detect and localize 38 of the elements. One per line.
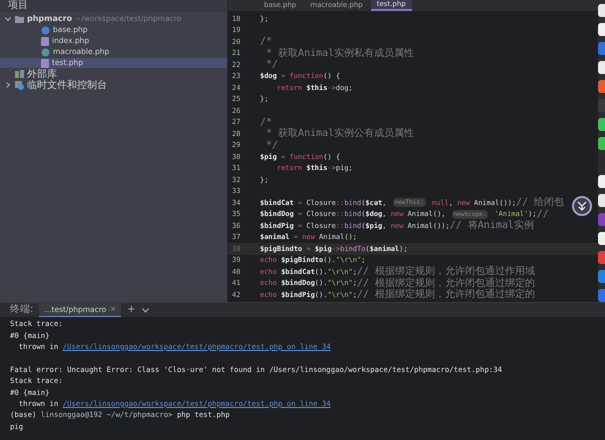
php-file-icon	[41, 36, 49, 46]
dock-app-icon[interactable]	[598, 232, 605, 245]
dock-app-icon[interactable]	[598, 4, 605, 17]
dock-app-icon[interactable]	[598, 175, 605, 188]
dock-app-icon[interactable]	[598, 61, 605, 74]
panel-title[interactable]: 项目	[8, 1, 28, 11]
code-comment: */	[265, 58, 278, 72]
library-icon	[15, 70, 24, 78]
dock-app-icon[interactable]	[598, 194, 605, 207]
code-comment: // 给闭包	[516, 196, 564, 210]
chevron-icon[interactable]	[5, 16, 11, 22]
scratch-icon	[15, 80, 24, 90]
dock-app-icon[interactable]	[598, 23, 605, 36]
folder-icon	[15, 15, 24, 23]
trait-file-icon	[41, 48, 50, 56]
code-comment: /*	[260, 35, 272, 48]
class-file-icon	[41, 26, 50, 34]
code-comment: * 获取Animal实例公有成员属性	[265, 126, 414, 140]
code-comment: // 根据绑定规则，允许闭包通过作用域	[356, 264, 536, 278]
code-comment: /*	[260, 116, 272, 128]
tree-item-label: 外部库	[27, 68, 57, 80]
tree-item[interactable]: 外部库	[0, 69, 227, 79]
new-tab-button[interactable]: +	[127, 305, 136, 315]
dock-app-icon[interactable]	[598, 118, 605, 131]
chevron-down-icon[interactable]	[142, 308, 149, 312]
chevron-icon[interactable]	[5, 82, 11, 88]
terminal-label: 终端:	[10, 305, 34, 315]
php-file-icon	[41, 58, 49, 68]
code-comment: // 根据绑定规则，允许闭包通过绑定的	[356, 288, 536, 302]
code-comment: // 将Animal实例	[450, 218, 534, 234]
dock-app-icon[interactable]	[598, 137, 605, 150]
code-comment: //	[536, 208, 549, 222]
tree-item-label: phpmacro	[27, 13, 72, 25]
tree-item[interactable]: 临时文件和控制台	[0, 80, 227, 90]
tree-item-label: 临时文件和控制台	[27, 78, 107, 92]
code-comment: */	[265, 138, 278, 153]
code-comment: * 获取Animal实例私有成员属性	[265, 46, 414, 60]
code-comment: // 根据绑定规则，允许闭包通过绑定的	[356, 276, 536, 289]
